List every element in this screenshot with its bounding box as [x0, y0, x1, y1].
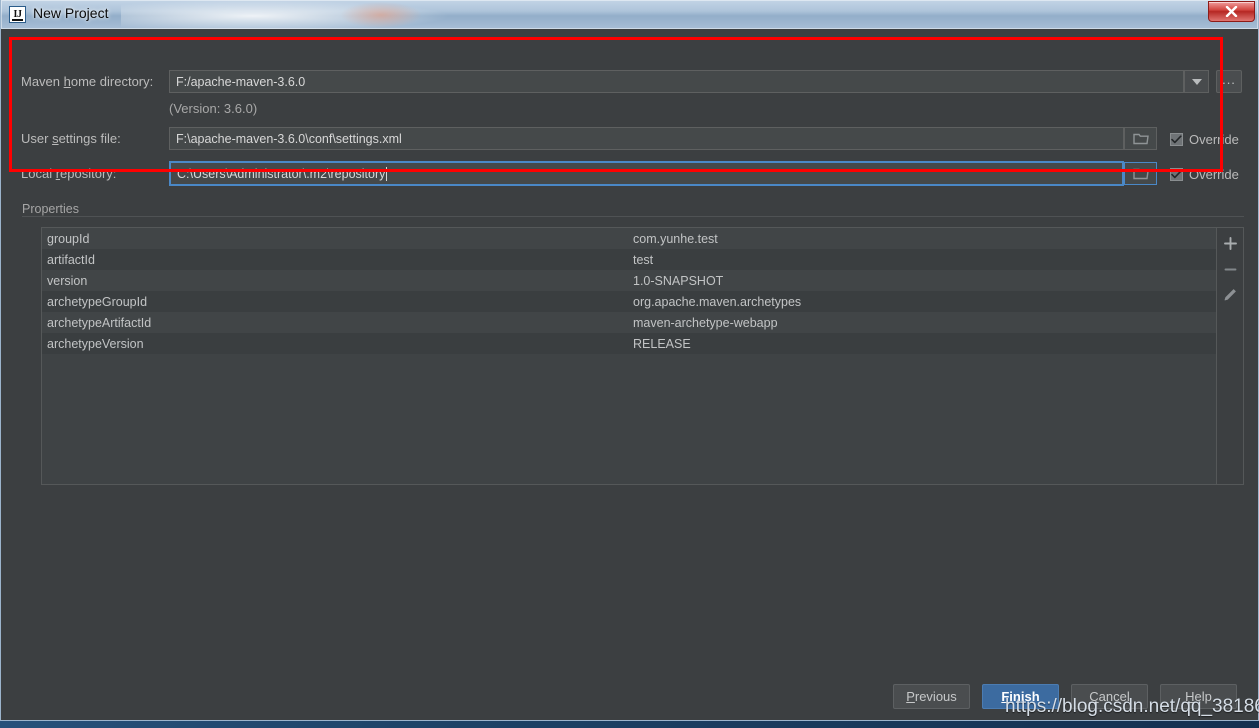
- maven-home-label: Maven home directory:: [21, 74, 154, 89]
- properties-group-divider: [22, 216, 1244, 217]
- dialog-content: Maven home directory: F:/apache-maven-3.…: [2, 29, 1257, 718]
- properties-table[interactable]: groupId com.yunhe.test artifactId test versi…: [41, 227, 1217, 485]
- maven-home-input[interactable]: F:/apache-maven-3.6.0: [169, 70, 1184, 93]
- remove-property-button[interactable]: [1219, 259, 1241, 279]
- close-icon[interactable]: [1208, 1, 1255, 22]
- user-settings-browse-button[interactable]: [1124, 127, 1157, 150]
- checkbox-checked-icon: [1170, 133, 1183, 146]
- edit-property-button[interactable]: [1219, 285, 1241, 305]
- local-repository-label: Local repository:: [21, 166, 117, 181]
- property-key: artifactId: [47, 252, 95, 267]
- local-repository-override-checkbox[interactable]: Override: [1170, 167, 1239, 182]
- local-repository-browse-button[interactable]: [1124, 162, 1157, 185]
- table-row[interactable]: artifactId test: [42, 249, 1216, 270]
- folder-icon: [1132, 168, 1149, 180]
- property-value: test: [633, 252, 654, 267]
- folder-icon: [1132, 133, 1149, 145]
- property-key: groupId: [47, 231, 90, 246]
- user-settings-override-checkbox[interactable]: Override: [1170, 132, 1239, 147]
- properties-table-empty-area: [42, 354, 1216, 484]
- table-row[interactable]: archetypeGroupId org.apache.maven.archety…: [42, 291, 1216, 312]
- property-value: RELEASE: [633, 336, 691, 351]
- text-caret: [386, 166, 388, 181]
- table-row[interactable]: groupId com.yunhe.test: [42, 228, 1216, 249]
- properties-table-toolbar: [1217, 227, 1244, 485]
- local-repository-override-label: Override: [1189, 167, 1239, 182]
- title-bar: IJ New Project: [1, 0, 1258, 29]
- local-repository-input[interactable]: C:\Users\Administrator\.m2\repository: [169, 161, 1124, 186]
- table-row[interactable]: archetypeVersion RELEASE: [42, 333, 1216, 354]
- property-value: org.apache.maven.archetypes: [633, 294, 802, 309]
- chevron-down-icon: [1191, 78, 1202, 85]
- titlebar-glow: [121, 0, 451, 29]
- property-value: maven-archetype-webapp: [633, 315, 778, 330]
- maven-home-dropdown-button[interactable]: [1184, 70, 1209, 93]
- properties-table-body: groupId com.yunhe.test artifactId test versi…: [42, 228, 1216, 354]
- user-settings-override-label: Override: [1189, 132, 1239, 147]
- previous-button[interactable]: Previous: [893, 684, 970, 709]
- property-key: archetypeArtifactId: [47, 315, 152, 330]
- watermark-text: https://blog.csdn.net/qq_38186465: [1005, 696, 1259, 717]
- checkbox-checked-icon: [1170, 168, 1183, 181]
- maven-home-browse-button[interactable]: ...: [1216, 70, 1242, 93]
- add-property-button[interactable]: [1219, 233, 1241, 253]
- property-key: archetypeVersion: [47, 336, 144, 351]
- property-value: com.yunhe.test: [633, 231, 718, 246]
- table-row[interactable]: archetypeArtifactId maven-archetype-webap…: [42, 312, 1216, 333]
- user-settings-input[interactable]: F:\apache-maven-3.6.0\conf\settings.xml: [169, 127, 1124, 150]
- maven-version-note: (Version: 3.6.0): [169, 101, 258, 116]
- titlebar-glow-secondary: [341, 2, 421, 28]
- new-project-dialog: IJ New Project Maven home directory: F:/…: [0, 0, 1259, 721]
- desktop-background: IJ New Project Maven home directory: F:/…: [0, 0, 1259, 728]
- table-row[interactable]: version 1.0-SNAPSHOT: [42, 270, 1216, 291]
- intellij-idea-icon: IJ: [9, 6, 26, 23]
- properties-group-title: Properties: [22, 202, 84, 216]
- property-key: archetypeGroupId: [47, 294, 148, 309]
- property-value: 1.0-SNAPSHOT: [633, 273, 724, 288]
- pencil-icon: [1224, 289, 1236, 301]
- minus-icon: [1224, 268, 1236, 270]
- property-key: version: [47, 273, 88, 288]
- user-settings-label: User settings file:: [21, 131, 121, 146]
- plus-icon: [1223, 236, 1237, 250]
- window-title: New Project: [33, 5, 109, 21]
